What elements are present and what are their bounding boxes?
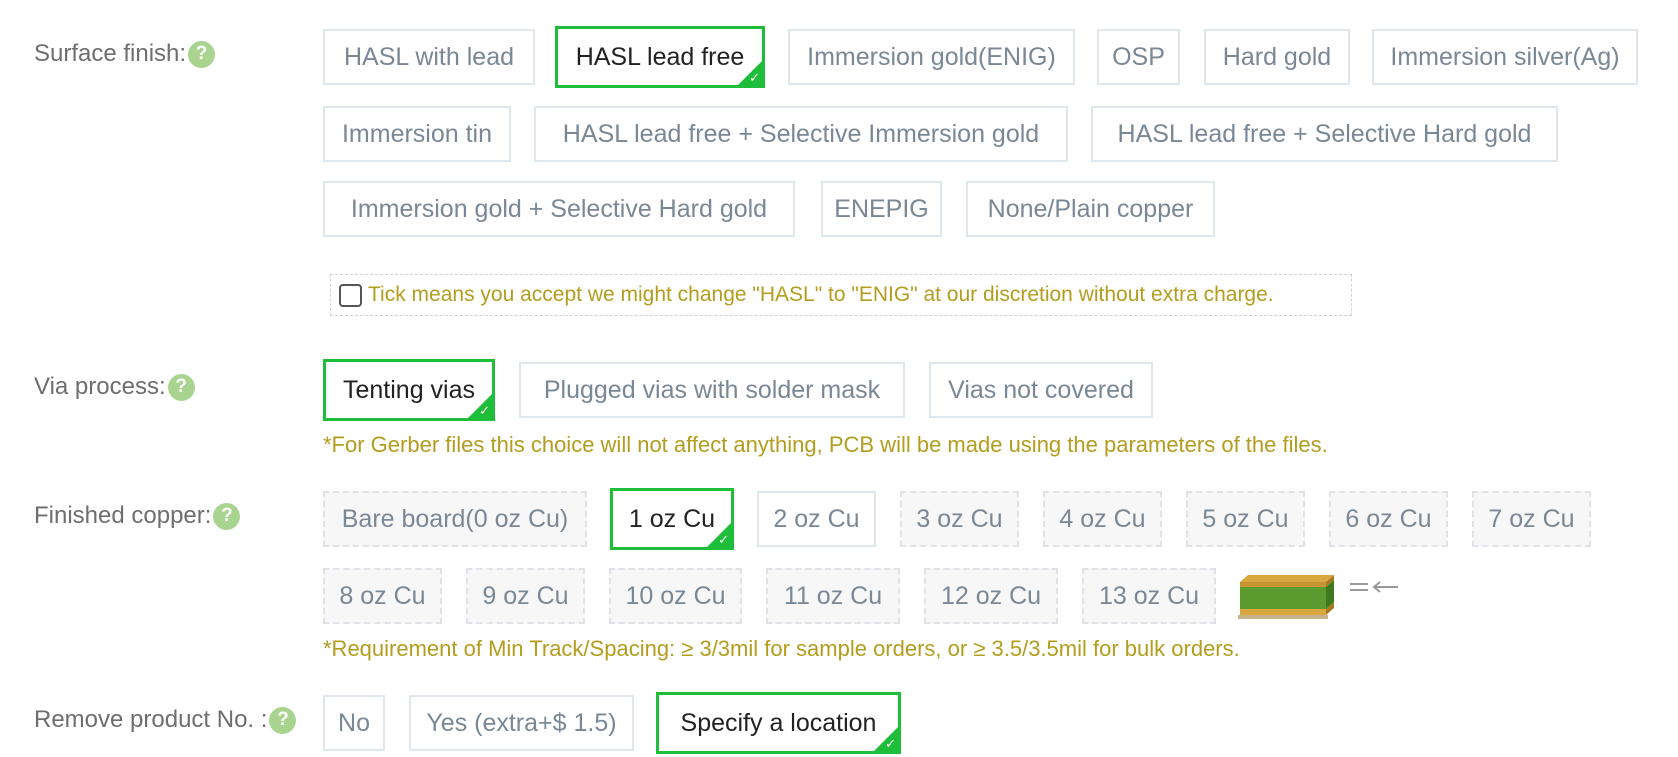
finished-copper-option-7oz[interactable]: 7 oz Cu <box>1472 491 1591 547</box>
finished-copper-label-text: Finished copper: <box>34 502 212 529</box>
remove-product-no-option-yes[interactable]: Yes (extra+$ 1.5) <box>409 695 634 751</box>
finished-copper-option-11oz[interactable]: 11 oz Cu <box>766 568 900 624</box>
surface-finish-option-immersion-gold-selective-hard-gold[interactable]: Immersion gold + Selective Hard gold <box>323 181 795 237</box>
surface-finish-option-immersion-tin[interactable]: Immersion tin <box>323 106 511 162</box>
surface-finish-option-hasl-lead-free[interactable]: HASL lead free ✓ <box>555 26 765 88</box>
remove-product-no-option-specify-location-label: Specify a location <box>680 708 877 737</box>
finished-copper-option-1oz[interactable]: 1 oz Cu ✓ <box>610 488 734 550</box>
finished-copper-option-4oz[interactable]: 4 oz Cu <box>1043 491 1162 547</box>
via-process-option-tenting-vias[interactable]: Tenting vias ✓ <box>323 359 495 421</box>
remove-product-no-option-no[interactable]: No <box>323 695 385 751</box>
pcb-copper-layer-illustration <box>1238 575 1334 619</box>
finished-copper-option-10oz[interactable]: 10 oz Cu <box>609 568 742 624</box>
surface-finish-option-immersion-gold-enig[interactable]: Immersion gold(ENIG) <box>788 29 1075 85</box>
surface-finish-option-hasl-lead-free-label: HASL lead free <box>575 42 745 71</box>
selected-check-icon: ✓ <box>885 736 896 751</box>
hasl-to-enig-checkbox[interactable] <box>339 283 362 307</box>
selected-check-icon: ✓ <box>749 70 760 85</box>
finished-copper-option-9oz[interactable]: 9 oz Cu <box>466 568 585 624</box>
finished-copper-option-5oz[interactable]: 5 oz Cu <box>1186 491 1305 547</box>
surface-finish-option-none-plain-copper[interactable]: None/Plain copper <box>966 181 1215 237</box>
surface-finish-option-hasl-with-lead[interactable]: HASL with lead <box>323 29 535 85</box>
remove-product-no-option-specify-location[interactable]: Specify a location ✓ <box>656 692 901 754</box>
remove-product-no-help-icon[interactable]: ? <box>269 706 297 734</box>
surface-finish-option-enepig[interactable]: ENEPIG <box>821 181 942 237</box>
selected-check-icon: ✓ <box>718 532 729 547</box>
via-process-note: *For Gerber files this choice will not a… <box>323 432 1328 457</box>
hasl-to-enig-consent-text: Tick means you accept we might change "H… <box>368 283 1274 306</box>
surface-finish-label-text: Surface finish: <box>34 40 187 67</box>
surface-finish-option-hard-gold[interactable]: Hard gold <box>1204 29 1350 85</box>
via-process-help-icon[interactable]: ? <box>167 373 195 401</box>
remove-product-no-label: Remove product No. : ? <box>34 706 297 734</box>
finished-copper-option-bare-board[interactable]: Bare board(0 oz Cu) <box>323 491 587 547</box>
surface-finish-option-hasl-selective-immersion-gold[interactable]: HASL lead free + Selective Immersion gol… <box>534 106 1068 162</box>
finished-copper-help-icon[interactable]: ? <box>213 502 241 530</box>
via-process-option-plugged-vias[interactable]: Plugged vias with solder mask <box>519 362 905 418</box>
finished-copper-option-1oz-label: 1 oz Cu <box>628 504 716 533</box>
surface-finish-option-hasl-selective-hard-gold[interactable]: HASL lead free + Selective Hard gold <box>1091 106 1558 162</box>
via-process-option-vias-not-covered[interactable]: Vias not covered <box>929 362 1153 418</box>
via-process-label: Via process: ? <box>34 373 195 401</box>
finished-copper-option-13oz[interactable]: 13 oz Cu <box>1082 568 1216 624</box>
finished-copper-note: *Requirement of Min Track/Spacing: ≥ 3/3… <box>323 636 1240 661</box>
surface-finish-option-immersion-silver[interactable]: Immersion silver(Ag) <box>1372 29 1638 85</box>
surface-finish-label: Surface finish: ? <box>34 40 216 68</box>
finished-copper-option-6oz[interactable]: 6 oz Cu <box>1329 491 1448 547</box>
hasl-to-enig-consent: Tick means you accept we might change "H… <box>330 274 1352 316</box>
surface-finish-help-icon[interactable]: ? <box>188 40 216 68</box>
finished-copper-option-2oz[interactable]: 2 oz Cu <box>757 491 876 547</box>
selected-check-icon: ✓ <box>479 403 490 418</box>
via-process-option-tenting-vias-label: Tenting vias <box>342 375 476 404</box>
finished-copper-option-3oz[interactable]: 3 oz Cu <box>900 491 1019 547</box>
via-process-label-text: Via process: <box>34 373 166 400</box>
finished-copper-option-8oz[interactable]: 8 oz Cu <box>323 568 442 624</box>
thickness-arrow-icon <box>1350 581 1398 593</box>
surface-finish-option-osp[interactable]: OSP <box>1097 29 1180 85</box>
finished-copper-option-12oz[interactable]: 12 oz Cu <box>924 568 1058 624</box>
remove-product-no-label-text: Remove product No. : <box>34 706 268 733</box>
finished-copper-label: Finished copper: ? <box>34 502 241 530</box>
